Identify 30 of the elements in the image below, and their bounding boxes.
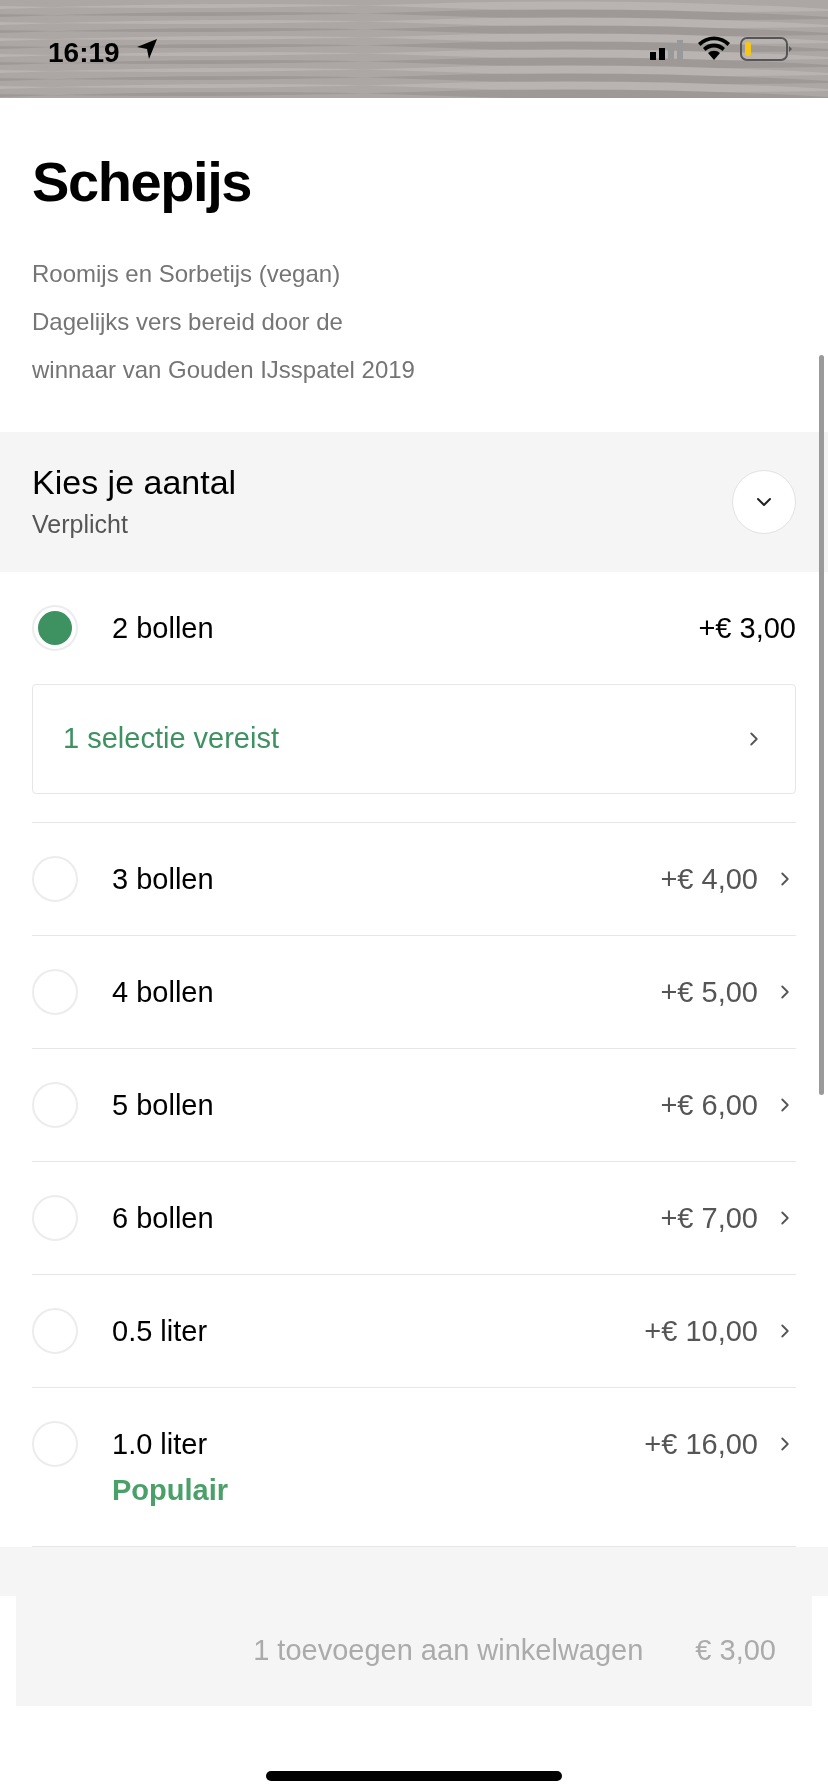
option-price: +€ 7,00 xyxy=(660,1201,758,1236)
option-price: +€ 4,00 xyxy=(660,862,758,897)
requirement-text: 1 selectie vereist xyxy=(63,721,279,757)
section-header[interactable]: Kies je aantal Verplicht xyxy=(0,432,828,572)
option-price: +€ 16,00 xyxy=(644,1427,758,1462)
description-text: Roomijs en Sorbetijs (vegan) xyxy=(32,259,342,289)
status-time: 16:19 xyxy=(48,36,120,70)
option-label: 6 bollen xyxy=(112,1201,215,1236)
section-subtitle: Verplicht xyxy=(32,509,129,540)
wifi-icon xyxy=(698,36,730,60)
option-label: 2 bollen xyxy=(112,611,215,646)
radio-button[interactable] xyxy=(32,605,78,651)
signal-icon xyxy=(650,40,686,60)
description-text: winnaar van Gouden IJsspatel 2019 xyxy=(32,355,416,385)
option-price: +€ 6,00 xyxy=(660,1088,758,1123)
option-label: 5 bollen xyxy=(112,1088,215,1123)
option-price: +€ 3,00 xyxy=(698,611,796,646)
option-label: 3 bollen xyxy=(112,862,215,897)
section-title: Kies je aantal xyxy=(32,462,237,503)
battery-icon xyxy=(740,37,792,61)
option-label: 4 bollen xyxy=(112,975,215,1010)
option-price: +€ 10,00 xyxy=(644,1314,758,1349)
option-price: +€ 5,00 xyxy=(660,975,758,1010)
location-arrow-icon xyxy=(136,38,158,60)
option-label: 1.0 liter xyxy=(112,1427,209,1462)
popular-tag: Populair xyxy=(112,1467,645,1513)
page-title: Schepijs xyxy=(32,150,253,214)
description-text: Dagelijks vers bereid door de xyxy=(32,307,344,337)
option-label: 0.5 liter xyxy=(112,1314,209,1349)
requirement-row[interactable]: 1 selectie vereist xyxy=(32,684,796,794)
